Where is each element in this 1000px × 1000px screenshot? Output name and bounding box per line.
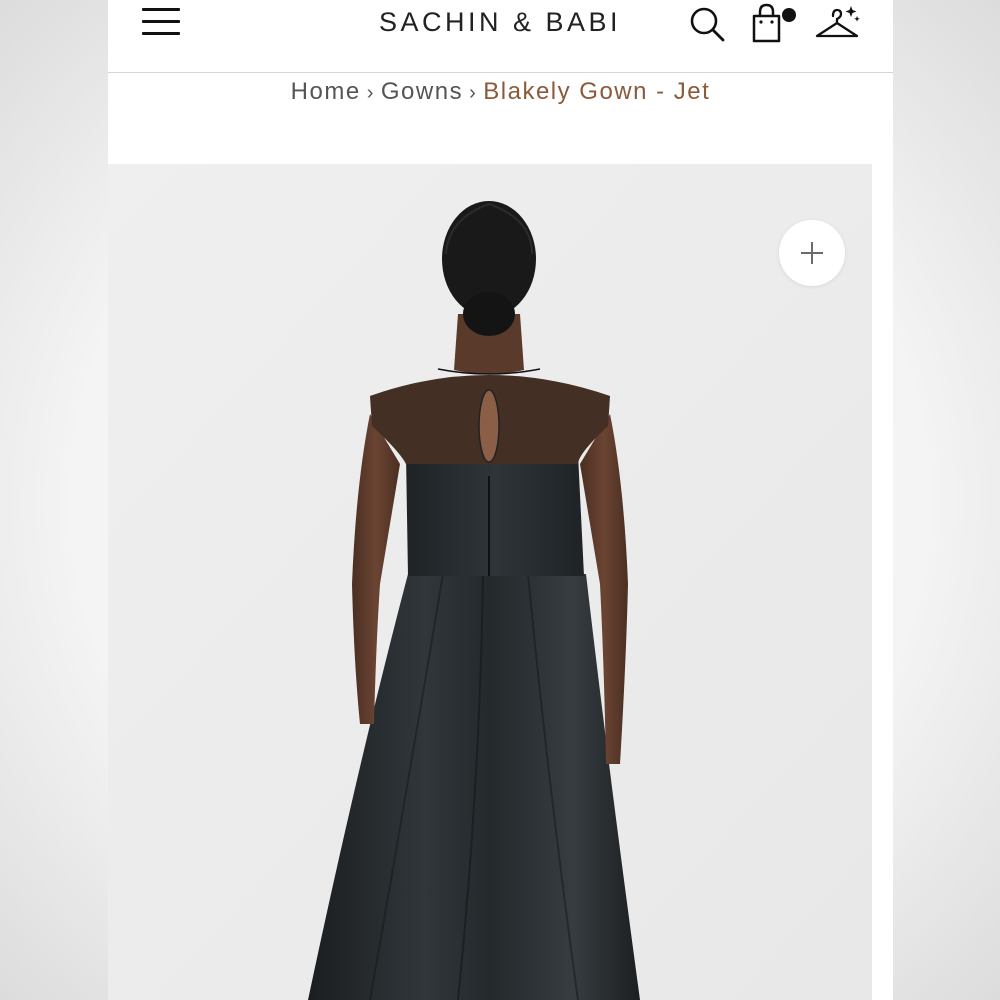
menu-button[interactable] bbox=[140, 4, 182, 40]
hamburger-menu-icon bbox=[142, 8, 180, 11]
gown-photo bbox=[108, 164, 872, 1000]
wishlist-button[interactable] bbox=[813, 2, 860, 44]
breadcrumb-gowns[interactable]: Gowns bbox=[381, 78, 463, 105]
search-button[interactable] bbox=[686, 2, 730, 44]
breadcrumb-current: Blakely Gown - Jet bbox=[483, 78, 711, 105]
cart-badge-dot bbox=[782, 8, 796, 22]
hanger-icon bbox=[815, 6, 860, 38]
brand-logo[interactable]: SACHIN & BABI bbox=[354, 4, 646, 40]
zoom-button[interactable] bbox=[779, 220, 845, 286]
breadcrumb-separator: › bbox=[366, 82, 375, 104]
product-page: SACHIN & BABI Home › Gowns › Blakely Gow… bbox=[108, 0, 893, 1000]
search-icon bbox=[690, 7, 725, 42]
breadcrumb-home[interactable]: Home bbox=[291, 78, 361, 105]
plus-icon bbox=[801, 242, 823, 264]
breadcrumb: Home › Gowns › Blakely Gown - Jet bbox=[108, 74, 893, 110]
site-header: SACHIN & BABI bbox=[108, 0, 893, 73]
breadcrumb-separator: › bbox=[469, 82, 478, 104]
product-image[interactable] bbox=[108, 164, 872, 1000]
cart-button[interactable] bbox=[748, 2, 796, 44]
shopping-bag-icon bbox=[752, 3, 796, 43]
